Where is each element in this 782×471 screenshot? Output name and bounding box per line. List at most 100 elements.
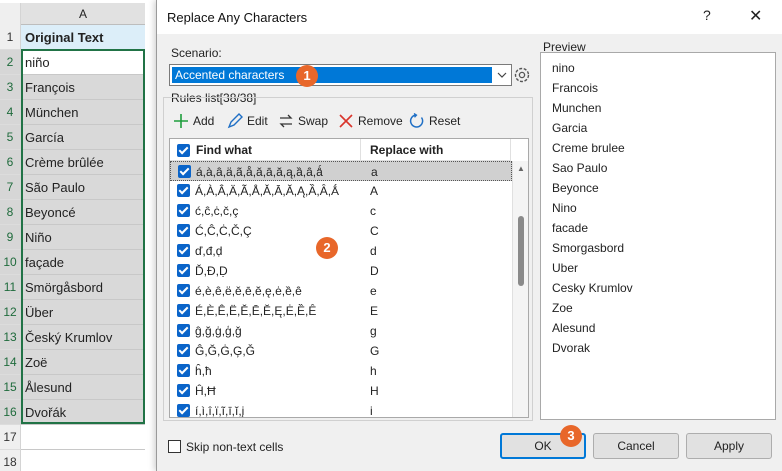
row-header[interactable]: 11 bbox=[0, 275, 21, 300]
rule-row[interactable]: í,ì,î,ï,ĩ,ī,ĭ,į i bbox=[170, 401, 512, 418]
title-bar[interactable]: Replace Any Characters ? ✕ bbox=[157, 0, 782, 34]
column-header-a[interactable]: A bbox=[21, 3, 145, 25]
row-header[interactable]: 14 bbox=[0, 350, 21, 375]
preview-item: Garcia bbox=[552, 121, 588, 135]
preview-item: Francois bbox=[552, 81, 599, 95]
rule-checkbox[interactable] bbox=[177, 404, 190, 417]
skip-non-text-label[interactable]: Skip non-text cells bbox=[186, 440, 283, 454]
cell-a17[interactable] bbox=[21, 425, 145, 450]
dialog-title: Replace Any Characters bbox=[167, 10, 308, 25]
row-header[interactable]: 1 bbox=[0, 25, 21, 50]
rule-replace: G bbox=[370, 344, 380, 358]
rule-checkbox[interactable] bbox=[177, 204, 190, 217]
cell-a14[interactable]: Zoë bbox=[21, 350, 145, 375]
row-header[interactable]: 17 bbox=[0, 425, 21, 450]
help-button[interactable]: ? bbox=[703, 7, 711, 23]
preview-item: Beyonce bbox=[552, 181, 599, 195]
cell-a2[interactable]: niño bbox=[21, 50, 145, 75]
row-header[interactable]: 9 bbox=[0, 225, 21, 250]
preview-item: Cesky Krumlov bbox=[552, 281, 633, 295]
cell-a16[interactable]: Dvořák bbox=[21, 400, 145, 425]
rule-row[interactable]: Á,À,Â,Ä,Ã,Å,Ǎ,Ā,Ă,Ą,Ȁ,Ȃ,Ǻ A bbox=[170, 181, 512, 201]
close-button[interactable]: ✕ bbox=[749, 6, 762, 26]
edit-button[interactable]: Edit bbox=[227, 112, 268, 130]
row-header[interactable]: 8 bbox=[0, 200, 21, 225]
row-header[interactable]: 10 bbox=[0, 250, 21, 275]
row-header[interactable]: 18 bbox=[0, 450, 21, 471]
remove-button[interactable]: Remove bbox=[338, 112, 403, 130]
rule-row[interactable]: É,È,Ê,Ë,Ě,Ē,Ĕ,Ę,Ė,Ȅ,Ȇ E bbox=[170, 301, 512, 321]
cell-a12[interactable]: Über bbox=[21, 300, 145, 325]
scenario-dropdown[interactable]: Accented characters bbox=[169, 64, 512, 86]
rule-row[interactable]: Ď,Đ,Ḍ D bbox=[170, 261, 512, 281]
row-header[interactable]: 7 bbox=[0, 175, 21, 200]
skip-non-text-checkbox[interactable] bbox=[168, 440, 181, 453]
rule-replace: c bbox=[370, 204, 376, 218]
rule-row[interactable]: ĝ,ğ,ġ,ģ,ǧ g bbox=[170, 321, 512, 341]
cell-a10[interactable]: façade bbox=[21, 250, 145, 275]
plus-icon bbox=[174, 114, 188, 128]
reset-icon bbox=[409, 113, 424, 128]
cell-a13[interactable]: Český Krumlov bbox=[21, 325, 145, 350]
rule-row[interactable]: Ć,Ĉ,Ċ,Č,Ç C bbox=[170, 221, 512, 241]
rules-scrollbar[interactable]: ▲ bbox=[512, 161, 528, 417]
rule-find: Ď,Đ,Ḍ bbox=[195, 264, 228, 278]
replace-with-header[interactable]: Replace with bbox=[361, 139, 511, 161]
row-header[interactable]: 12 bbox=[0, 300, 21, 325]
cell-a8[interactable]: Beyoncé bbox=[21, 200, 145, 225]
apply-button[interactable]: Apply bbox=[686, 433, 772, 459]
rule-row[interactable]: ď,đ,ḍ d bbox=[170, 241, 512, 261]
row-header[interactable]: 13 bbox=[0, 325, 21, 350]
cancel-button[interactable]: Cancel bbox=[593, 433, 679, 459]
rule-find: á,à,â,ä,ã,å,ǎ,ā,ă,ą,ȁ,ȃ,ǻ bbox=[196, 165, 323, 179]
rule-checkbox[interactable] bbox=[177, 344, 190, 357]
gear-icon[interactable] bbox=[512, 65, 532, 85]
rule-checkbox[interactable] bbox=[177, 244, 190, 257]
cell-a11[interactable]: Smörgåsbord bbox=[21, 275, 145, 300]
cell-a6[interactable]: Crème brûlée bbox=[21, 150, 145, 175]
cell-a15[interactable]: Ålesund bbox=[21, 375, 145, 400]
preview-item: Smorgasbord bbox=[552, 241, 625, 255]
rule-row[interactable]: á,à,â,ä,ã,å,ǎ,ā,ă,ą,ȁ,ȃ,ǻ a bbox=[170, 161, 512, 181]
row-header[interactable]: 6 bbox=[0, 150, 21, 175]
rule-find: É,È,Ê,Ë,Ě,Ē,Ĕ,Ę,Ė,Ȅ,Ȇ bbox=[195, 304, 317, 318]
swap-button[interactable]: Swap bbox=[278, 112, 328, 130]
rule-checkbox[interactable] bbox=[177, 224, 190, 237]
rule-checkbox[interactable] bbox=[177, 324, 190, 337]
row-header[interactable]: 3 bbox=[0, 75, 21, 100]
cell-a9[interactable]: Niño bbox=[21, 225, 145, 250]
rule-replace: i bbox=[370, 404, 373, 418]
cell-a18[interactable] bbox=[21, 450, 145, 471]
row-header[interactable]: 15 bbox=[0, 375, 21, 400]
rule-row[interactable]: ć,ĉ,ċ,č,ç c bbox=[170, 201, 512, 221]
row-header[interactable]: 4 bbox=[0, 100, 21, 125]
add-button[interactable]: Add bbox=[173, 112, 214, 130]
cell-a3[interactable]: François bbox=[21, 75, 145, 100]
scroll-up-icon[interactable]: ▲ bbox=[517, 164, 525, 173]
row-header[interactable]: 16 bbox=[0, 400, 21, 425]
sheet-corner[interactable] bbox=[0, 3, 21, 25]
rule-row[interactable]: Ĥ,Ħ H bbox=[170, 381, 512, 401]
select-all-checkbox[interactable] bbox=[177, 144, 190, 157]
rule-checkbox[interactable] bbox=[177, 184, 190, 197]
preview-item: Zoe bbox=[552, 301, 573, 315]
rule-row[interactable]: ĥ,ħ h bbox=[170, 361, 512, 381]
rule-checkbox[interactable] bbox=[177, 264, 190, 277]
row-header[interactable]: 2 bbox=[0, 50, 21, 75]
cell-a7[interactable]: São Paulo bbox=[21, 175, 145, 200]
rule-row[interactable]: Ĝ,Ğ,Ġ,Ģ,Ǧ G bbox=[170, 341, 512, 361]
scroll-thumb[interactable] bbox=[518, 216, 524, 286]
cell-a4[interactable]: München bbox=[21, 100, 145, 125]
cell-a1[interactable]: Original Text bbox=[21, 25, 145, 50]
rule-replace: e bbox=[370, 284, 377, 298]
find-what-header[interactable]: Find what bbox=[170, 139, 361, 161]
reset-button[interactable]: Reset bbox=[409, 112, 460, 130]
rule-checkbox[interactable] bbox=[177, 364, 190, 377]
rule-checkbox[interactable] bbox=[178, 165, 191, 178]
cell-a5[interactable]: García bbox=[21, 125, 145, 150]
rule-checkbox[interactable] bbox=[177, 284, 190, 297]
row-header[interactable]: 5 bbox=[0, 125, 21, 150]
rule-checkbox[interactable] bbox=[177, 384, 190, 397]
rule-row[interactable]: é,è,ê,ë,ě,ē,ĕ,ę,ė,ȅ,ȇ e bbox=[170, 281, 512, 301]
rule-checkbox[interactable] bbox=[177, 304, 190, 317]
